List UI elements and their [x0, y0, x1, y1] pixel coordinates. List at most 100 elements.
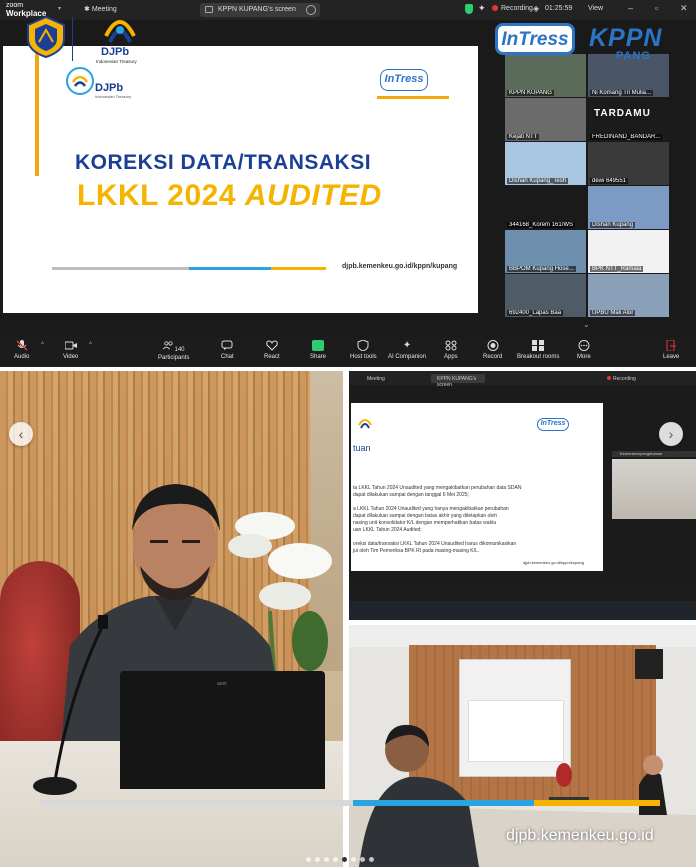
- participant-tile[interactable]: Dishan Kupang_Tesh: [505, 142, 586, 185]
- audio-button[interactable]: Audio: [14, 340, 29, 360]
- participant-name: KPPN KUPANG: [507, 90, 554, 96]
- carousel-dot[interactable]: [333, 857, 338, 862]
- carousel-prev-button[interactable]: ‹: [9, 422, 33, 446]
- participant-tile[interactable]: UPBU Mali Alor: [588, 274, 669, 317]
- participant-tile[interactable]: dewi 649551: [588, 142, 669, 185]
- intress-logo-text: InTress: [384, 73, 424, 85]
- slide-title-lkkl: LKKL 2024: [77, 179, 237, 212]
- share-label: Share: [310, 354, 327, 360]
- minimize-icon[interactable]: –: [628, 3, 633, 13]
- secondary-slide-url: djpb.kemenkeu.go.id/kppn/kupang: [523, 560, 584, 565]
- maximize-icon[interactable]: ▫: [655, 3, 658, 13]
- secondary-slide: InTress tuan ta LKKL Tahun 2024 Unaudite…: [351, 403, 603, 571]
- microphone-muted-icon: [16, 340, 28, 351]
- apps-label: Apps: [444, 354, 458, 360]
- share-button[interactable]: Share: [310, 340, 326, 360]
- ai-companion-label: AI Companion: [388, 354, 427, 360]
- secondary-intress-text: InTress: [540, 420, 566, 427]
- recording-indicator[interactable]: Recording: [492, 5, 533, 12]
- more-options-icon[interactable]: [306, 5, 316, 15]
- video-button[interactable]: Video: [63, 340, 78, 360]
- leave-button[interactable]: Leave: [663, 340, 679, 360]
- ai-companion-button[interactable]: ✦ AI Companion: [388, 340, 426, 360]
- view-menu[interactable]: View: [588, 5, 603, 12]
- secondary-title-bar: Meeting KPPN KUPANG's screen Recording: [349, 371, 696, 388]
- chevron-left-icon: ‹: [18, 426, 24, 442]
- more-button[interactable]: More: [577, 340, 591, 360]
- secondary-record-dot-icon: [607, 376, 611, 380]
- participant-tile[interactable]: KPPN KUPANG: [505, 54, 586, 97]
- participant-tile[interactable]: BPK NTT_Ramala: [588, 230, 669, 273]
- participants-count: 140: [174, 347, 185, 353]
- zoom-app-name: zoom: [6, 2, 24, 9]
- video-camera-icon: [64, 341, 77, 350]
- audio-caret-icon[interactable]: ^: [41, 342, 44, 348]
- secondary-slide-line: a LKKL Tahun 2024 Unaudited yang hanya m…: [353, 506, 509, 512]
- participant-tile[interactable]: 692400_Lapas Baa: [505, 274, 586, 317]
- secondary-intress-logo: InTress: [537, 418, 569, 431]
- gallery-chevron-down-icon[interactable]: ⌄: [583, 320, 590, 329]
- shield-icon: [357, 340, 369, 351]
- secondary-slide-line: dapat dilakukan sampai dengan batas akhi…: [353, 513, 497, 519]
- carousel-dot[interactable]: [342, 857, 347, 862]
- intress-overlay-logo: InTress: [495, 23, 575, 55]
- djpb-overlay-logo-text: DJPb: [101, 46, 130, 58]
- slide-accent-bar: [35, 46, 39, 176]
- chat-label: Chat: [221, 354, 234, 360]
- sparkle-icon[interactable]: ✦: [478, 3, 486, 14]
- slide-bar-gray: [52, 267, 189, 270]
- more-label: More: [577, 354, 591, 360]
- chevron-right-icon: ›: [668, 426, 674, 442]
- video-caret-icon[interactable]: ^: [89, 342, 92, 348]
- record-button[interactable]: Record: [483, 340, 502, 360]
- participant-name: Kejati NTT: [507, 134, 540, 140]
- participant-tile[interactable]: Kejati NTT: [505, 98, 586, 141]
- secondary-djpb-logo-icon: [358, 419, 372, 429]
- carousel-dot[interactable]: [369, 857, 374, 862]
- apps-grid-icon: [445, 340, 457, 351]
- djpb-overlay-logo-icon: [104, 20, 136, 43]
- apps-button[interactable]: Apps: [444, 340, 458, 360]
- logo-divider: [72, 17, 73, 61]
- share-title-pill[interactable]: KPPN KUPANG's screen: [200, 3, 320, 17]
- carousel-dot[interactable]: [360, 857, 365, 862]
- kemenkeu-logo-icon: [27, 15, 65, 59]
- carousel-dot[interactable]: [306, 857, 311, 862]
- breakout-rooms-icon: [532, 340, 545, 351]
- secondary-slide-line: jui oleh Tim Pemeriksa BPK RI pada masin…: [353, 548, 480, 554]
- chat-button[interactable]: Chat: [221, 340, 234, 360]
- secondary-slide-line: uan LKKL Tahun 2024 Audited;: [353, 527, 422, 533]
- participant-tile[interactable]: FREDINAND_BANDAR... TARDAMU: [588, 98, 669, 141]
- host-tools-button[interactable]: Host tools: [350, 340, 377, 360]
- video-label: Video: [63, 354, 79, 360]
- zoom-screenshot-secondary: Meeting KPPN KUPANG's screen Recording I…: [349, 371, 696, 620]
- windows-taskbar: [349, 601, 696, 620]
- breakout-rooms-button[interactable]: Breakout rooms: [517, 340, 559, 360]
- react-button[interactable]: React: [264, 340, 280, 360]
- bottom-bar-gray: [40, 800, 353, 806]
- recording-label: Recording: [501, 5, 533, 12]
- encryption-shield-icon[interactable]: [465, 4, 473, 14]
- djpb-overlay-logo-subtext: Indonesian Treasury: [96, 59, 137, 64]
- kppn-overlay-logo-sub: PANG: [616, 50, 651, 62]
- participant-tile[interactable]: Dishan Kupang: [588, 186, 669, 229]
- carousel-dot[interactable]: [324, 857, 329, 862]
- record-icon: [487, 340, 499, 351]
- participants-button[interactable]: 140 Participants: [158, 340, 189, 361]
- secondary-toolbar: [349, 581, 696, 599]
- participant-name: FREDINAND_BANDAR...: [590, 134, 663, 140]
- carousel-next-button[interactable]: ›: [659, 422, 683, 446]
- chevron-down-icon[interactable]: ▾: [58, 5, 61, 12]
- carousel-dot[interactable]: [315, 857, 320, 862]
- secondary-video-tile: [612, 459, 696, 519]
- close-icon[interactable]: ✕: [680, 3, 688, 14]
- instagram-carousel-post: zoom Workplace ▾ ✱ Meeting KPPN KUPANG's…: [0, 0, 696, 867]
- participant-name: Ni Komang Tri Mulia...: [590, 90, 654, 96]
- speaker-photo: acer: [0, 371, 343, 867]
- participant-tile[interactable]: BBPOM Kupang Hose...: [505, 230, 586, 273]
- participant-name: UPBU Mali Alor: [590, 310, 636, 316]
- laptop-brand-label: acer: [217, 681, 227, 687]
- bottom-url-watermark: djpb.kemenkeu.go.id: [506, 827, 654, 844]
- participant-tile[interactable]: 344168_Korem 161/WS: [505, 186, 586, 229]
- carousel-dot[interactable]: [351, 857, 356, 862]
